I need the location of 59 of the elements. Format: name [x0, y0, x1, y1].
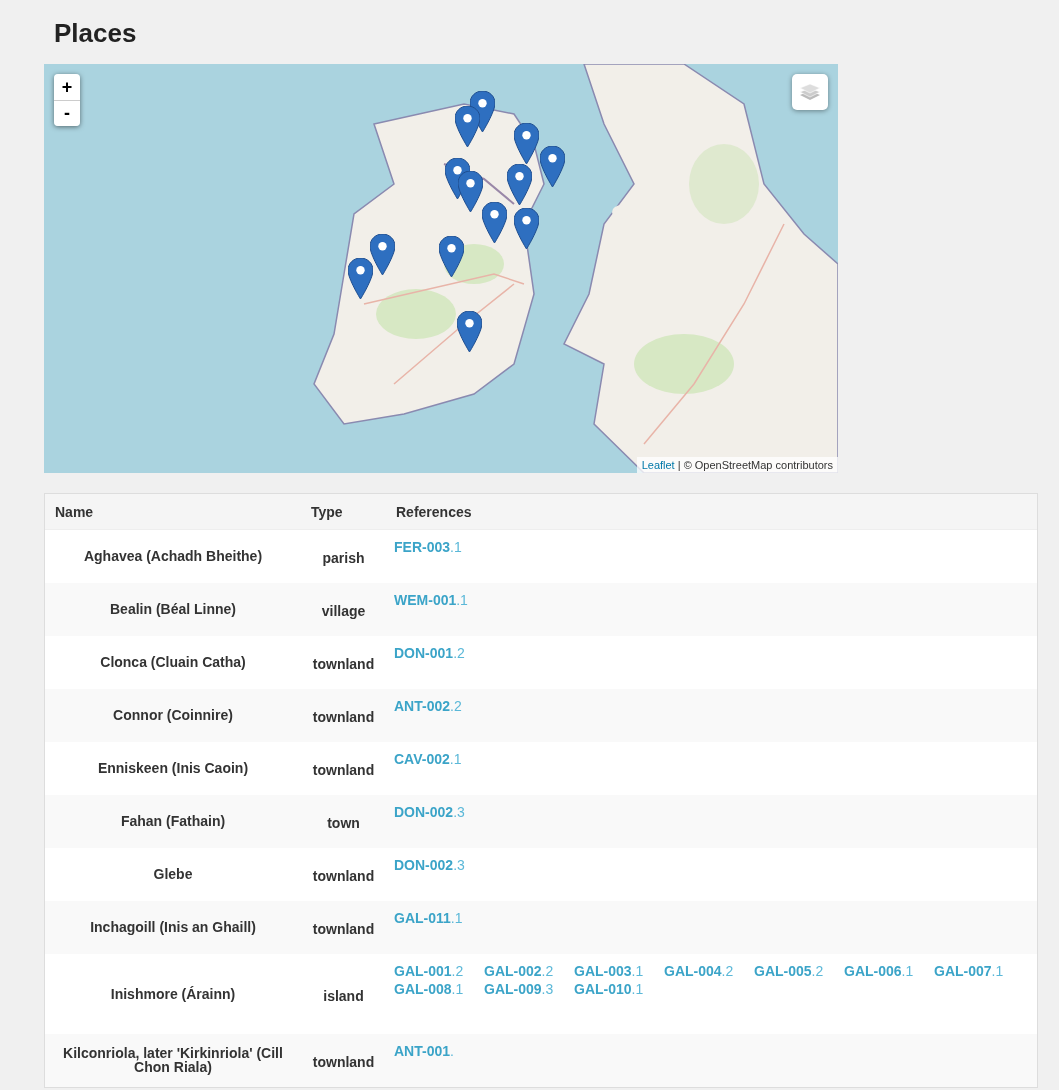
reference-link[interactable]: GAL-004.2 — [664, 962, 754, 979]
place-type-cell: townland — [301, 688, 386, 742]
map-marker-icon[interactable] — [456, 311, 482, 352]
place-type-cell: parish — [301, 529, 386, 583]
reference-link[interactable]: ANT-002.2 — [394, 697, 484, 714]
column-header: References — [386, 494, 1037, 530]
place-type-cell: townland — [301, 847, 386, 901]
map-marker-icon[interactable] — [347, 258, 373, 299]
map-marker-icon[interactable] — [454, 106, 480, 147]
reference-link[interactable]: FER-003.1 — [394, 539, 484, 555]
attribution-text: | © OpenStreetMap contributors — [677, 459, 833, 471]
column-header: Type — [301, 494, 386, 530]
map-marker-icon[interactable] — [513, 123, 539, 164]
place-name-cell: Fahan (Fathain) — [45, 794, 301, 848]
map-marker-icon[interactable] — [481, 202, 507, 243]
leaflet-link[interactable]: Leaflet — [641, 459, 675, 471]
column-header: Name — [45, 494, 301, 530]
place-name-cell: Bealin (Béal Linne) — [45, 582, 301, 636]
reference-link[interactable]: CAV-002.1 — [394, 750, 484, 767]
place-name-cell: Enniskeen (Inis Caoin) — [45, 741, 301, 795]
place-type-cell: townland — [301, 1033, 386, 1087]
place-name-cell: Connor (Coinnire) — [45, 688, 301, 742]
map-marker-icon[interactable] — [513, 208, 539, 249]
place-type-cell: townland — [301, 635, 386, 689]
place-type-cell: townland — [301, 900, 386, 954]
layers-icon — [799, 83, 821, 101]
reference-link[interactable]: GAL-005.2 — [754, 962, 844, 979]
reference-link[interactable]: GAL-011.1 — [394, 909, 484, 926]
map-marker-icon[interactable] — [539, 146, 565, 187]
place-type-cell: village — [301, 582, 386, 636]
reference-link[interactable]: DON-001.2 — [394, 644, 484, 661]
map-marker-icon[interactable] — [369, 234, 395, 275]
place-name-cell: Kilconriola, later 'Kirkinriola' (Cill Chon Riala) — [45, 1033, 301, 1087]
reference-link[interactable]: ANT-001. — [394, 1042, 484, 1059]
place-name-cell: Aghavea (Achadh Bheithe) — [45, 529, 301, 583]
reference-link[interactable]: GAL-001.2 — [394, 962, 484, 979]
place-type-cell: town — [301, 794, 386, 848]
place-name-cell: Glebe — [45, 847, 301, 901]
reference-link[interactable]: GAL-010.1 — [574, 980, 664, 997]
page-title: Places — [54, 17, 137, 50]
reference-link[interactable]: DON-002.3 — [394, 856, 484, 873]
map-marker-icon[interactable] — [457, 171, 483, 212]
zoom-out-button[interactable]: - — [54, 100, 80, 126]
place-name-cell: Inishmore (Árainn) — [45, 953, 301, 1034]
reference-link[interactable]: GAL-007.1 — [934, 962, 1024, 979]
place-type-cell: townland — [301, 741, 386, 795]
reference-link[interactable]: GAL-002.2 — [484, 962, 574, 979]
reference-link[interactable]: GAL-003.1 — [574, 962, 664, 979]
place-name-cell: Clonca (Cluain Catha) — [45, 635, 301, 689]
map-marker-icon[interactable] — [438, 236, 464, 277]
reference-link[interactable]: GAL-009.3 — [484, 980, 574, 997]
reference-link[interactable]: GAL-006.1 — [844, 962, 934, 979]
place-name-cell: Inchagoill (Inis an Ghaill) — [45, 900, 301, 954]
reference-link[interactable]: GAL-008.1 — [394, 980, 484, 997]
map-marker-icon[interactable] — [506, 164, 532, 205]
reference-link[interactable]: DON-002.3 — [394, 803, 484, 820]
zoom-in-button[interactable]: + — [54, 74, 80, 100]
place-type-cell: island — [301, 953, 386, 1034]
reference-link[interactable]: WEM-001.1 — [394, 591, 484, 608]
